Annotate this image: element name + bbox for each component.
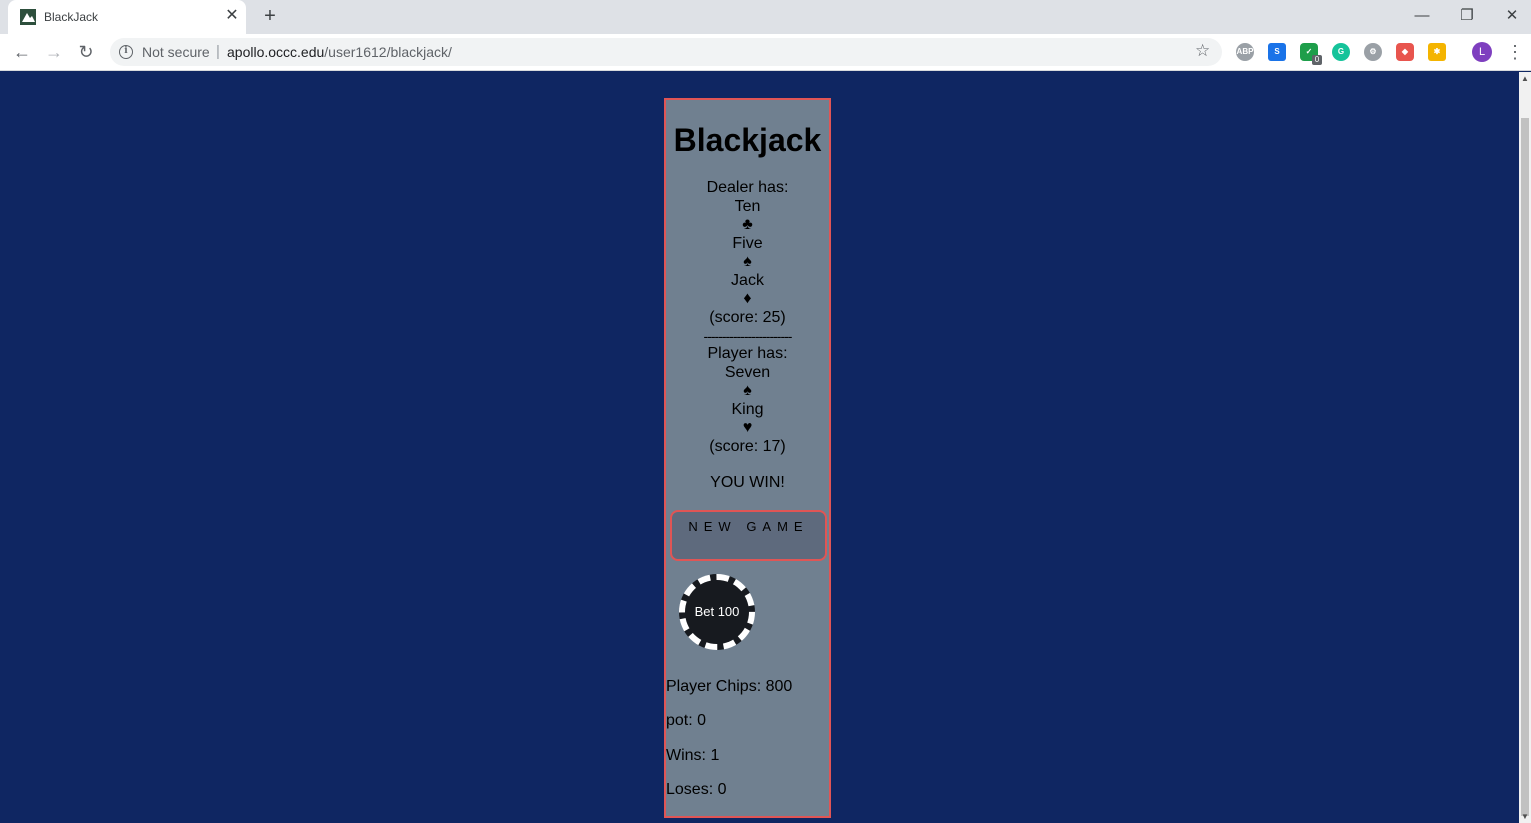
s-extension-icon[interactable]: S <box>1268 43 1286 61</box>
spade-suit-icon: ♠ <box>743 382 752 399</box>
dealer-card-rank: Ten <box>734 197 761 215</box>
player-score: (score: 17) <box>709 437 786 455</box>
adblock-extension-icon[interactable]: ABP <box>1236 43 1254 61</box>
loses-count: Loses: 0 <box>666 781 727 798</box>
heart-suit-icon: ♥ <box>742 419 753 436</box>
blackjack-panel: Blackjack Dealer has: Ten ♣ Five ♠ Jack … <box>664 98 831 818</box>
browser-tab[interactable]: BlackJack ✕ <box>8 0 246 34</box>
security-label: Not secure <box>142 44 210 60</box>
back-icon[interactable]: ← <box>10 41 34 63</box>
tab-title: BlackJack <box>44 10 99 24</box>
menu-kebab-icon[interactable]: ⋮ <box>1506 41 1524 63</box>
url-host: apollo.occc.edu <box>227 44 325 60</box>
close-window-icon[interactable]: ✕ <box>1489 4 1531 28</box>
settings-extension-icon[interactable]: ⚙ <box>1364 43 1382 61</box>
game-result: YOU WIN! <box>710 474 785 491</box>
scroll-down-icon[interactable]: ▼ <box>1519 812 1531 822</box>
new-tab-icon[interactable]: + <box>259 5 281 27</box>
site-favicon-icon <box>20 9 36 25</box>
new-game-button[interactable]: NEW GAME <box>670 510 827 561</box>
reload-icon[interactable]: ↻ <box>74 41 98 63</box>
shield-extension-icon[interactable]: ◆ <box>1396 43 1414 61</box>
url-text[interactable]: apollo.occc.edu/user1612/blackjack/ <box>227 44 452 60</box>
wins-count: Wins: 1 <box>666 747 720 764</box>
player-label: Player has: <box>707 345 788 362</box>
grammarly-extension-icon[interactable]: G <box>1332 43 1350 61</box>
player-chips: Player Chips: 800 <box>666 678 793 695</box>
dealer-score: (score: 25) <box>709 308 786 326</box>
extension-badge: 0 <box>1312 55 1322 65</box>
forward-icon[interactable]: → <box>42 41 66 63</box>
dealer-label: Dealer has: <box>706 179 789 196</box>
url-path: /user1612/blackjack/ <box>324 44 452 60</box>
game-title: Blackjack <box>673 122 822 158</box>
address-bar[interactable]: i Not secure | apollo.occc.edu/user1612/… <box>110 38 1222 66</box>
hands-area: Dealer has: Ten ♣ Five ♠ Jack ♦ (score: … <box>666 179 829 456</box>
club-suit-icon: ♣ <box>742 216 753 233</box>
bet-100-chip-button[interactable]: Bet 100 <box>679 574 755 650</box>
dealer-card-rank: Jack <box>731 271 764 289</box>
url-separator: | <box>216 43 220 60</box>
close-tab-icon[interactable]: ✕ <box>224 7 240 25</box>
scroll-up-icon[interactable]: ▲ <box>1519 74 1531 84</box>
scroll-thumb[interactable] <box>1521 118 1529 816</box>
profile-avatar[interactable]: L <box>1472 42 1492 62</box>
player-card-rank: Seven <box>724 363 771 381</box>
puzzle-extension-icon[interactable]: ✱ <box>1428 43 1446 61</box>
browser-toolbar: ← → ↻ i Not secure | apollo.occc.edu/use… <box>0 34 1531 71</box>
player-card-rank: King <box>731 400 764 418</box>
hand-divider: ------------------------ <box>703 328 793 344</box>
bookmark-star-icon[interactable]: ☆ <box>1195 41 1210 61</box>
site-info-icon[interactable]: i <box>119 45 133 59</box>
restore-icon[interactable]: ❐ <box>1444 4 1490 28</box>
tab-strip: BlackJack ✕ + — ❐ ✕ <box>0 0 1531 34</box>
spade-suit-icon: ♠ <box>743 253 752 270</box>
minimize-icon[interactable]: — <box>1399 4 1445 28</box>
pot-amount: pot: 0 <box>666 712 707 729</box>
page-scrollbar[interactable]: ▲ ▼ <box>1519 72 1531 823</box>
diamond-suit-icon: ♦ <box>743 290 752 307</box>
dealer-card-rank: Five <box>732 234 763 252</box>
